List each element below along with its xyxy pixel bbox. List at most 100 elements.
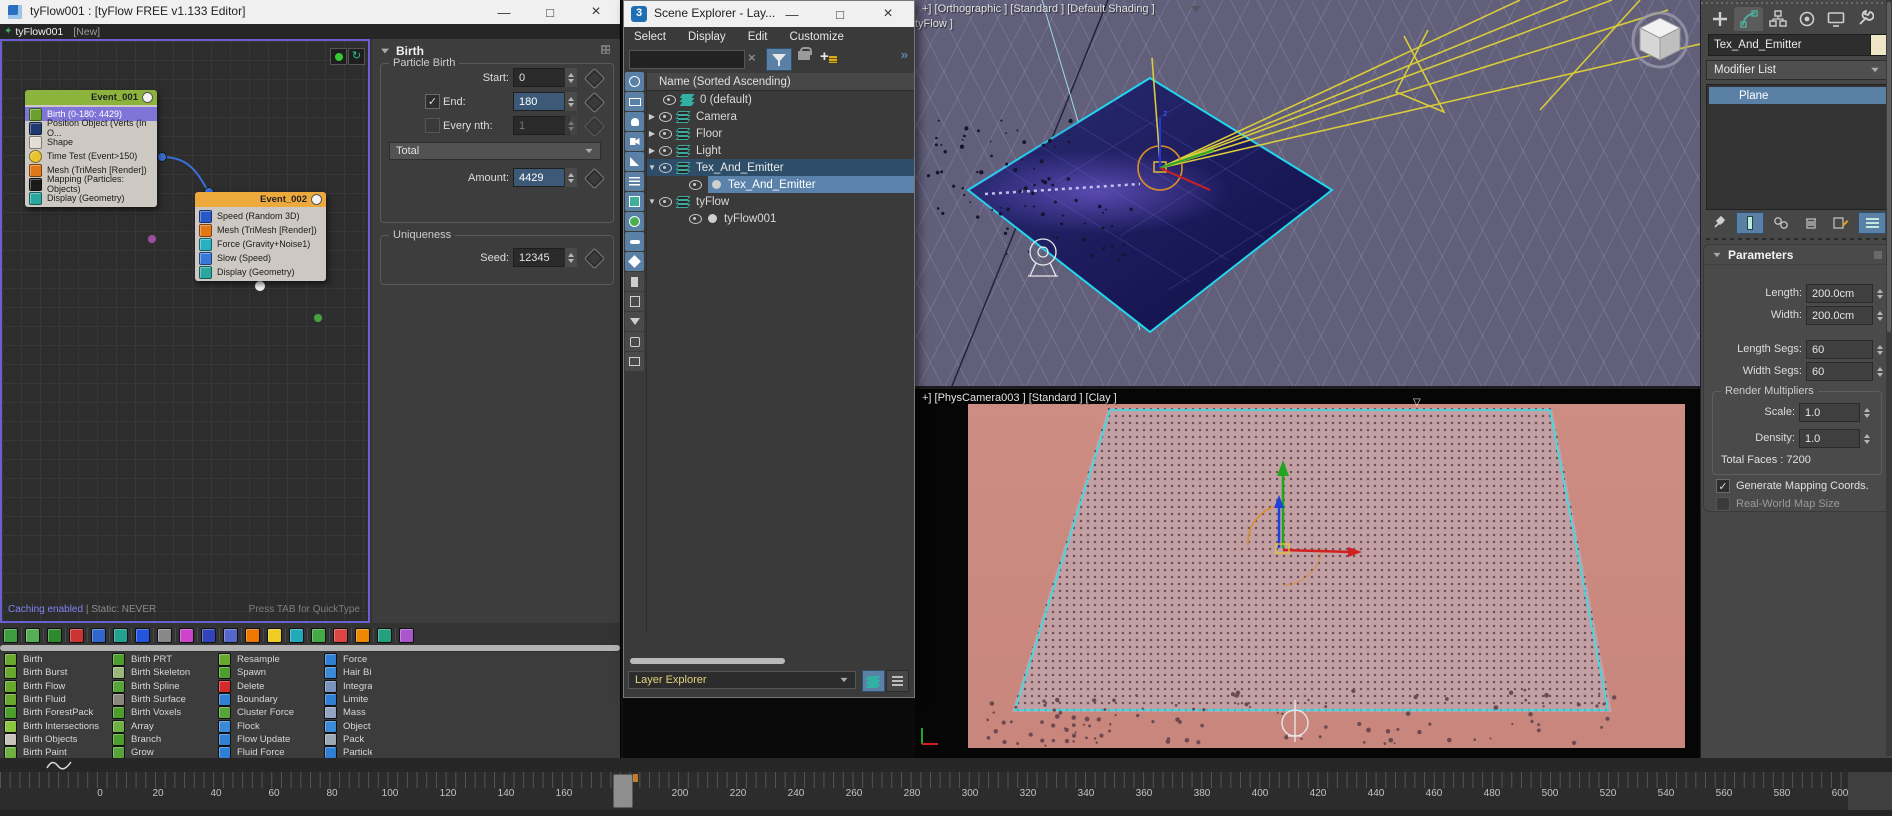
depot-item[interactable]: Birth Burst [4, 666, 108, 679]
depot-item[interactable]: Object [324, 719, 372, 732]
depot-item[interactable]: Birth [4, 653, 108, 666]
modifier-list-dropdown[interactable]: Modifier List [1706, 60, 1888, 80]
viewport-top-label[interactable]: +] [Orthographic ] [Standard ] [Default … [922, 3, 1155, 15]
tab-display[interactable] [1821, 7, 1850, 31]
make-unique-button[interactable] [1768, 213, 1794, 233]
depot-item[interactable]: Limite [324, 693, 372, 706]
operator-toolbar-icon[interactable] [223, 628, 238, 643]
explorer-mode-dropdown[interactable]: Layer Explorer [628, 671, 856, 689]
eye-icon[interactable] [659, 197, 672, 207]
tree-row-default-layer[interactable]: 0 (default) [647, 91, 914, 108]
tab-new[interactable]: [New] [73, 26, 100, 38]
minimize-icon[interactable]: — [484, 1, 524, 23]
width-spinner[interactable] [1872, 306, 1886, 325]
amount-spinner[interactable] [564, 168, 577, 187]
depot-item[interactable]: Resample [218, 653, 322, 666]
depot-item[interactable]: Birth Objects [4, 733, 108, 746]
length-segs-spinner[interactable] [1872, 340, 1886, 359]
depot-item[interactable]: Fluid Force [218, 746, 322, 758]
panel-drag-handle[interactable] [1701, 0, 1892, 6]
operator-toolbar-icon[interactable] [113, 628, 128, 643]
menu-display[interactable]: Display [688, 31, 726, 43]
operator-toolbar-icon[interactable] [47, 628, 62, 643]
op-display[interactable]: Display (Geometry) [195, 265, 326, 279]
time-slider-handle[interactable] [613, 774, 633, 808]
depot-item[interactable]: Birth ForestPack [4, 706, 108, 719]
filter-bones-button[interactable] [625, 232, 644, 251]
start-field[interactable]: 0 [513, 68, 570, 87]
width-field[interactable]: 200.0cm [1806, 306, 1877, 325]
tab-tyflow001[interactable]: tyFlow001 [15, 26, 63, 38]
menu-select[interactable]: Select [634, 31, 666, 43]
depot-item[interactable]: Flow Update [218, 733, 322, 746]
birth-rollout-title[interactable]: Birth [396, 44, 424, 58]
menu-edit[interactable]: Edit [748, 31, 768, 43]
depot-item[interactable]: Birth PRT [112, 653, 216, 666]
amount-keyframe-icon[interactable] [584, 168, 605, 189]
real-world-map-size-checkbox[interactable] [1716, 497, 1730, 511]
operator-toolbar-icon[interactable] [267, 628, 282, 643]
filter-xref-button[interactable] [625, 212, 644, 231]
mini-curve-editor-icon[interactable] [46, 760, 72, 770]
eye-icon[interactable] [659, 112, 672, 122]
tree-row-floor[interactable]: ▶ Floor [647, 125, 914, 142]
length-segs-field[interactable]: 60 [1806, 340, 1877, 359]
every-nth-spinner[interactable] [564, 116, 577, 135]
event-001-node[interactable]: Event_001 Birth (0-180: 4429) Position O… [25, 90, 157, 207]
depot-item[interactable]: Birth Skeleton [112, 666, 216, 679]
clear-search-icon[interactable]: × [748, 50, 756, 65]
depot-item[interactable]: Cluster Force [218, 706, 322, 719]
length-spinner[interactable] [1872, 284, 1886, 303]
op-speed[interactable]: Speed (Random 3D) [195, 209, 326, 223]
search-input[interactable] [629, 50, 745, 69]
close-icon[interactable]: × [868, 3, 908, 25]
pin-stack-button[interactable] [1706, 213, 1732, 233]
every-nth-field[interactable]: 1 [513, 116, 570, 135]
explorer-h-scrollbar[interactable] [628, 657, 914, 665]
op-time-test[interactable]: Time Test (Event>150) [25, 149, 157, 163]
depot-item[interactable]: Birth Voxels [112, 706, 216, 719]
remove-modifier-button[interactable] [1798, 213, 1824, 233]
expand-icon[interactable]: ▼ [647, 163, 657, 172]
filter-misc-button[interactable] [625, 332, 644, 351]
stack-item-plane[interactable]: Plane [1709, 87, 1887, 104]
op-force[interactable]: Force (Gravity+Noise1) [195, 237, 326, 251]
length-field[interactable]: 200.0cm [1806, 284, 1877, 303]
tab-utilities[interactable] [1850, 7, 1879, 31]
depot-item[interactable]: Birth Paint [4, 746, 108, 758]
rollout-collapse-icon[interactable] [381, 49, 389, 54]
filter-materials-button[interactable] [625, 252, 644, 271]
eye-icon[interactable] [659, 146, 672, 156]
operator-toolbar[interactable] [0, 626, 620, 644]
start-keyframe-icon[interactable] [584, 68, 605, 89]
generate-mapping-coords-checkbox[interactable]: ✓ [1716, 479, 1730, 493]
tab-motion[interactable] [1792, 7, 1821, 31]
depot-item[interactable]: Birth Spline [112, 680, 216, 693]
depot-scrollbar[interactable] [0, 645, 620, 651]
modifier-sets-list-button[interactable] [1858, 212, 1886, 234]
every-nth-checkbox[interactable] [425, 118, 440, 133]
scene-explorer-mode-button[interactable] [886, 670, 909, 692]
configure-modifier-sets-button[interactable] [1828, 213, 1854, 233]
birth-mode-dropdown[interactable]: Total [389, 142, 601, 160]
operator-toolbar-icon[interactable] [179, 628, 194, 643]
operator-toolbar-icon[interactable] [69, 628, 84, 643]
depot-item[interactable]: Birth Surface [112, 693, 216, 706]
depot-item[interactable]: Pack [324, 733, 372, 746]
density-field[interactable]: 1.0 [1799, 429, 1864, 448]
depot-item[interactable]: Delete [218, 680, 322, 693]
end-keyframe-icon[interactable] [584, 92, 605, 113]
tyflow-titlebar[interactable]: tyFlow001 : [tyFlow FREE v1.133 Editor] … [0, 0, 620, 24]
filter-shapes-button[interactable] [625, 92, 644, 111]
operator-toolbar-icon[interactable] [311, 628, 326, 643]
op-shape[interactable]: Shape [25, 135, 157, 149]
operator-toolbar-icon[interactable] [377, 628, 392, 643]
viewport-bottom-label[interactable]: +] [PhysCamera003 ] [Standard ] [Clay ] [922, 392, 1117, 404]
menu-customize[interactable]: Customize [790, 31, 844, 43]
operator-toolbar-icon[interactable] [245, 628, 260, 643]
depot-item[interactable]: Flock [218, 719, 322, 732]
lightbulb-icon[interactable] [142, 92, 153, 103]
time-ruler[interactable]: 0204060801001201401601802002202402602803… [0, 772, 1848, 810]
filter-funnel-button[interactable] [625, 312, 644, 331]
filter-containers-button[interactable] [625, 192, 644, 211]
